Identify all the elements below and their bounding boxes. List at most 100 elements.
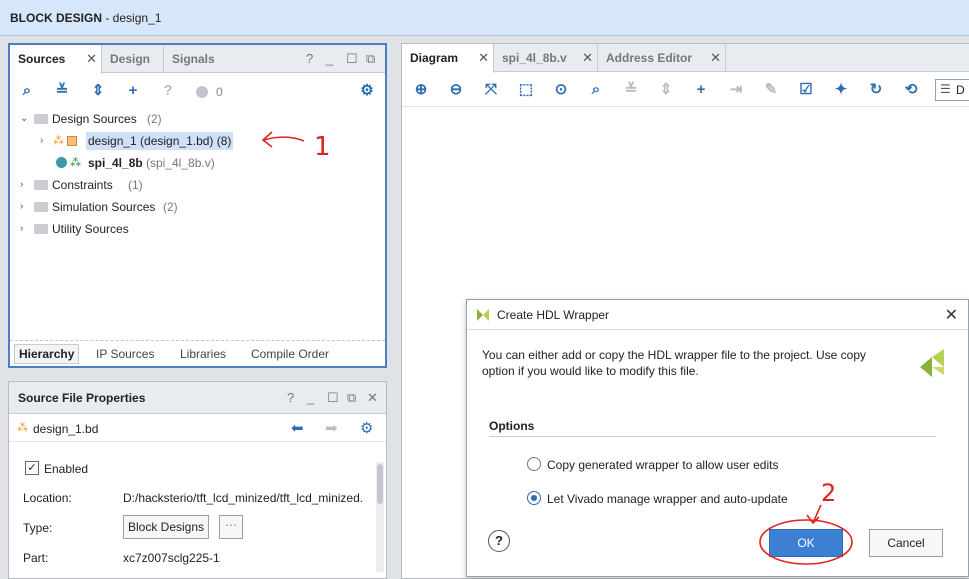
tab-design[interactable]: Design <box>102 45 164 73</box>
view-dropdown[interactable]: ☰ D <box>935 79 969 101</box>
scrollbar[interactable] <box>376 462 384 572</box>
maximize-icon[interactable]: ☐ <box>327 390 339 406</box>
wrench-icon[interactable]: ✎ <box>762 81 780 99</box>
dialog-title-bar: Create HDL Wrapper ✕ <box>467 300 968 330</box>
info-icon[interactable]: ? <box>159 82 177 100</box>
connect-icon[interactable]: ⇥ <box>727 81 745 99</box>
status-dot-icon <box>196 86 208 98</box>
options-divider <box>489 436 936 437</box>
bd-file-icon <box>67 136 77 146</box>
tab-signals[interactable]: Signals <box>164 45 230 73</box>
tab-hierarchy[interactable]: Hierarchy <box>14 344 80 364</box>
chevron-right-icon[interactable]: › <box>20 220 30 238</box>
chevron-right-icon[interactable]: › <box>20 198 30 216</box>
vivado-logo-icon <box>477 309 489 321</box>
search-icon[interactable]: ⌕ <box>587 81 605 99</box>
tree-label: Utility Sources <box>52 222 129 236</box>
tab-diagram[interactable]: Diagram ✕ <box>402 44 494 73</box>
properties-panel: Source File Properties ? _ ☐ ⧉ ✕ ⁂ desig… <box>8 381 387 579</box>
more-options-button[interactable]: ⋯ <box>219 515 243 539</box>
regenerate-layout-icon[interactable]: ⟲ <box>902 81 920 99</box>
tree-label: Design Sources <box>52 112 137 126</box>
collapse-icon[interactable]: ≚ <box>622 81 640 99</box>
float-icon[interactable]: ⧉ <box>347 390 356 406</box>
tab-libraries[interactable]: Libraries <box>180 347 226 361</box>
zoom-selection-icon[interactable]: ⬚ <box>517 81 535 99</box>
expand-icon[interactable]: ⇕ <box>657 81 675 99</box>
tab-ip-sources[interactable]: IP Sources <box>96 347 154 361</box>
tree-detail: (spi_4l_8b.v) <box>146 156 215 170</box>
refresh-icon[interactable]: ↻ <box>867 81 885 99</box>
annotation-label-2: 2 <box>821 479 836 507</box>
create-hdl-wrapper-dialog: Create HDL Wrapper ✕ You can either add … <box>466 299 969 577</box>
zoom-out-icon[interactable]: ⊖ <box>447 81 465 99</box>
tab-spi-file[interactable]: spi_4l_8b.v ✕ <box>494 44 598 72</box>
sources-toolbar: ⌕ ≚ ⇕ + ? 0 ⚙ <box>10 78 385 104</box>
tab-sources[interactable]: Sources ✕ <box>10 45 102 74</box>
gear-icon[interactable]: ⚙ <box>360 419 373 437</box>
back-arrow-icon[interactable]: ⬅ <box>291 419 304 437</box>
collapse-all-icon[interactable]: ≚ <box>53 82 71 100</box>
tree-label-selected: design_1 (design_1.bd) (8) <box>86 132 234 150</box>
hierarchy-icon: ⁂ <box>70 157 81 169</box>
tree-label: Constraints <box>52 178 113 192</box>
folder-icon <box>34 202 48 212</box>
properties-file-row: ⁂ design_1.bd ⬅ ➡ ⚙ <box>9 414 386 442</box>
title-bar: BLOCK DESIGN - design_1 <box>0 0 969 36</box>
chevron-right-icon[interactable]: › <box>20 176 30 194</box>
close-icon[interactable]: ✕ <box>86 51 97 67</box>
close-icon[interactable]: ✕ <box>582 50 593 66</box>
scrollbar-thumb[interactable] <box>377 464 383 504</box>
sources-panel: Sources ✕ Design Signals ? _ ☐ ⧉ ⌕ ≚ ⇕ +… <box>8 43 387 368</box>
type-value-button[interactable]: Block Designs <box>123 515 209 539</box>
radio-copy-wrapper[interactable] <box>527 457 541 471</box>
add-ip-icon[interactable]: + <box>692 81 710 99</box>
minimize-icon[interactable]: _ <box>307 390 314 405</box>
annotation-circle-2: 2 <box>759 479 853 565</box>
center-icon[interactable]: ⊙ <box>552 81 570 99</box>
tree-count: (2) <box>163 200 178 214</box>
top-module-icon <box>56 157 67 168</box>
sources-tabs: Sources ✕ Design Signals ? _ ☐ ⧉ <box>10 45 385 74</box>
zoom-in-icon[interactable]: ⊕ <box>412 81 430 99</box>
list-icon: ☰ <box>940 82 951 96</box>
tree-count: (1) <box>128 178 143 192</box>
sources-bottom-tabs: Hierarchy IP Sources Libraries Compile O… <box>10 340 385 366</box>
close-icon[interactable]: ✕ <box>478 50 489 66</box>
pin-icon[interactable]: ✦ <box>832 81 850 99</box>
folder-icon <box>34 114 48 124</box>
add-sources-icon[interactable]: + <box>124 82 142 100</box>
validate-icon[interactable]: ☑ <box>797 81 815 99</box>
cancel-button[interactable]: Cancel <box>869 529 943 557</box>
help-button[interactable]: ? <box>488 530 510 552</box>
type-label: Type: <box>23 521 53 535</box>
zoom-fit-icon[interactable]: ⤧ <box>482 81 500 99</box>
window-title: BLOCK DESIGN - design_1 <box>10 11 162 25</box>
radio-vivado-manage[interactable] <box>527 491 541 505</box>
help-icon[interactable]: ? <box>306 51 313 66</box>
forward-arrow-icon[interactable]: ➡ <box>325 419 338 437</box>
status-count: 0 <box>216 85 223 99</box>
expand-all-icon[interactable]: ⇕ <box>89 82 107 100</box>
tab-address-editor[interactable]: Address Editor ✕ <box>598 44 726 72</box>
maximize-icon[interactable]: ☐ <box>346 51 358 67</box>
search-icon[interactable]: ⌕ <box>18 82 36 100</box>
float-icon[interactable]: ⧉ <box>366 51 375 67</box>
enabled-checkbox[interactable]: ✓ <box>25 461 39 475</box>
folder-icon <box>34 224 48 234</box>
tree-label: Simulation Sources <box>52 200 156 214</box>
panel-title: Source File Properties <box>18 391 146 405</box>
folder-icon <box>34 180 48 190</box>
location-label: Location: <box>23 491 72 505</box>
close-icon[interactable]: ✕ <box>367 390 378 406</box>
diagram-tabs: Diagram ✕ spi_4l_8b.v ✕ Address Editor ✕ <box>402 44 969 73</box>
gear-icon[interactable]: ⚙ <box>358 82 376 100</box>
tab-compile-order[interactable]: Compile Order <box>251 347 329 361</box>
minimize-icon[interactable]: _ <box>326 51 333 66</box>
chevron-right-icon[interactable]: › <box>40 132 50 150</box>
close-icon[interactable]: ✕ <box>710 50 721 66</box>
option-copy-wrapper[interactable]: Copy generated wrapper to allow user edi… <box>527 457 847 475</box>
chevron-down-icon[interactable]: ⌄ <box>20 110 30 128</box>
help-icon[interactable]: ? <box>287 390 294 405</box>
close-icon[interactable]: ✕ <box>945 305 958 325</box>
